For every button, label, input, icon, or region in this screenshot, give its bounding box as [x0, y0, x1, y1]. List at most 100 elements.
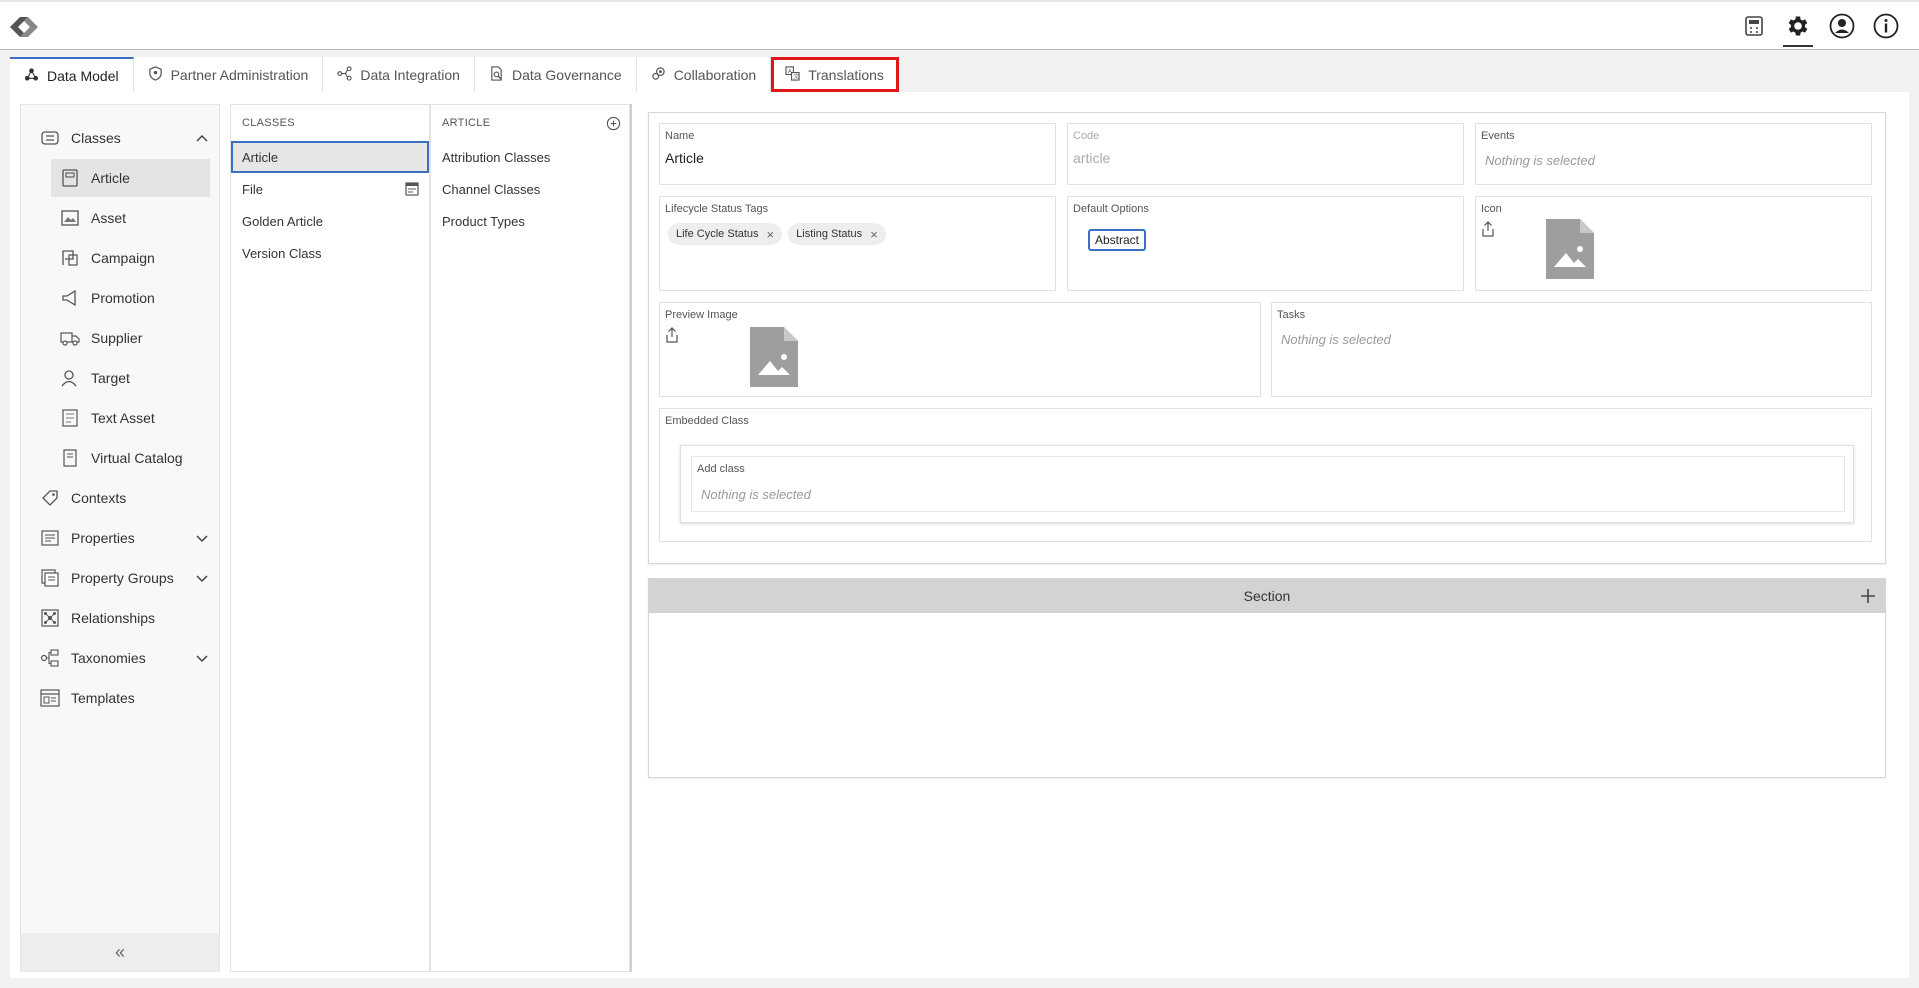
events-field[interactable]: Events Nothing is selected [1475, 123, 1872, 185]
code-value: article [1073, 150, 1111, 166]
sidebar-item-label: Virtual Catalog [91, 450, 183, 466]
abstract-option-toggle[interactable]: Abstract [1088, 229, 1147, 251]
chevron-down-icon[interactable] [195, 531, 209, 545]
section-header: Section [649, 579, 1885, 613]
add-section-icon[interactable] [1859, 587, 1877, 605]
default-options-field: Default Options Abstract [1067, 196, 1464, 291]
sidebar-item-taxonomies[interactable]: Taxonomies [21, 639, 221, 677]
sidebar-item-text-asset[interactable]: Text Asset [21, 399, 221, 437]
top-bar [0, 0, 1919, 50]
class-item-file[interactable]: File [231, 173, 429, 205]
tab-data-governance[interactable]: Data Governance [474, 57, 637, 92]
svg-text:文: 文 [794, 72, 800, 80]
tasks-label: Tasks [1277, 309, 1306, 321]
sidebar-item-asset[interactable]: Asset [21, 199, 221, 237]
taxonomy-icon [39, 647, 61, 669]
sidebar-item-supplier[interactable]: Supplier [21, 319, 221, 357]
sidebar-item-article[interactable]: Article [51, 159, 210, 197]
classes-column: CLASSES Article File Golden Article Vers… [230, 104, 430, 972]
class-item-version-class[interactable]: Version Class [231, 237, 429, 269]
collapse-sidebar-button[interactable]: « [21, 933, 219, 971]
upload-icon[interactable] [665, 327, 679, 343]
tag-label: Listing Status [796, 228, 863, 240]
chevron-down-icon[interactable] [195, 651, 209, 665]
user-icon[interactable] [1827, 10, 1857, 42]
remove-tag-icon[interactable]: × [870, 227, 878, 242]
sidebar-item-campaign[interactable]: Campaign [21, 239, 221, 277]
article-item-attribution-classes[interactable]: Attribution Classes [431, 141, 629, 173]
add-class-field[interactable]: Add class Nothing is selected [691, 456, 1845, 512]
sidebar-item-label: Campaign [91, 250, 155, 266]
article-column-title: ARTICLE [442, 117, 491, 129]
section-panel: Section [648, 578, 1886, 778]
add-class-value[interactable]: Nothing is selected [701, 487, 811, 502]
sidebar-item-label: Templates [71, 690, 135, 706]
image-placeholder-icon [1546, 219, 1594, 279]
sidebar-item-label: Contexts [71, 490, 127, 506]
sidebar-item-label: Article [91, 170, 130, 186]
icon-label: Icon [1481, 203, 1502, 215]
upload-icon[interactable] [1481, 221, 1495, 237]
remove-tag-icon[interactable]: × [767, 227, 775, 242]
article-item-channel-classes[interactable]: Channel Classes [431, 173, 629, 205]
name-field[interactable]: Name Article [659, 123, 1056, 185]
article-item-product-types[interactable]: Product Types [431, 205, 629, 237]
truck-icon [59, 327, 81, 349]
class-detail-panel: Name Article Code article Events Nothing… [630, 104, 1905, 972]
preview-image-label: Preview Image [665, 309, 738, 321]
tasks-value[interactable]: Nothing is selected [1281, 332, 1391, 347]
app-logo[interactable] [6, 12, 42, 42]
events-value[interactable]: Nothing is selected [1485, 153, 1595, 168]
campaign-icon [59, 247, 81, 269]
sidebar-item-property-groups[interactable]: Property Groups [21, 559, 221, 597]
sidebar-item-contexts[interactable]: Contexts [21, 479, 221, 517]
section-title: Section [1243, 588, 1291, 604]
class-item-article[interactable]: Article [231, 141, 429, 173]
add-circle-icon[interactable] [606, 116, 621, 131]
tasks-field[interactable]: Tasks Nothing is selected [1271, 302, 1872, 397]
sidebar-item-label: Taxonomies [71, 650, 146, 666]
tab-partner-administration[interactable]: Partner Administration [133, 57, 324, 92]
chevron-up-icon[interactable] [195, 131, 209, 145]
gear-icon[interactable] [1783, 10, 1813, 47]
sidebar-item-promotion[interactable]: Promotion [21, 279, 221, 317]
data-model-icon [24, 67, 39, 85]
sidebar-item-templates[interactable]: Templates [21, 679, 221, 717]
tab-translations[interactable]: A文 Translations [771, 57, 899, 92]
sidebar-item-target[interactable]: Target [21, 359, 221, 397]
class-item-label: File [242, 181, 263, 197]
tag-icon [39, 487, 61, 509]
info-icon[interactable] [1871, 10, 1901, 42]
sidebar-item-classes[interactable]: Classes [21, 119, 221, 157]
tab-data-integration[interactable]: Data Integration [323, 57, 475, 92]
lifecycle-tag: Listing Status × [788, 223, 886, 245]
image-icon [59, 207, 81, 229]
code-label: Code [1073, 130, 1100, 142]
class-item-golden-article[interactable]: Golden Article [231, 205, 429, 237]
name-value[interactable]: Article [665, 150, 704, 166]
lifecycle-label: Lifecycle Status Tags [665, 203, 769, 215]
embedded-class-card: Add class Nothing is selected [680, 445, 1854, 523]
lifecycle-status-tags-field[interactable]: Lifecycle Status Tags Life Cycle Status … [659, 196, 1056, 291]
icon-field: Icon [1475, 196, 1872, 291]
templates-icon [39, 687, 61, 709]
classes-column-header: CLASSES [242, 117, 295, 129]
data-model-sidebar: Classes Article Asset Campaign Promotion… [20, 104, 220, 972]
shield-icon [148, 65, 163, 84]
code-field: Code article [1067, 123, 1464, 185]
lifecycle-tag: Life Cycle Status × [668, 223, 783, 245]
chevron-down-icon[interactable] [195, 571, 209, 585]
tab-collaboration[interactable]: Collaboration [636, 57, 772, 92]
preview-image-field: Preview Image [659, 302, 1261, 397]
class-form: Name Article Code article Events Nothing… [648, 112, 1886, 564]
sidebar-item-virtual-catalog[interactable]: Virtual Catalog [21, 439, 221, 477]
sidebar-item-label: Promotion [91, 290, 155, 306]
tab-label: Translations [808, 66, 884, 83]
article-column: ARTICLE Attribution Classes Channel Clas… [430, 104, 630, 972]
tab-label: Data Model [47, 67, 119, 84]
embedded-class-field: Embedded Class Add class Nothing is sele… [659, 408, 1872, 542]
tab-data-model[interactable]: Data Model [10, 57, 134, 92]
sidebar-item-relationships[interactable]: Relationships [21, 599, 221, 637]
calculator-icon[interactable] [1739, 10, 1769, 42]
sidebar-item-properties[interactable]: Properties [21, 519, 221, 557]
